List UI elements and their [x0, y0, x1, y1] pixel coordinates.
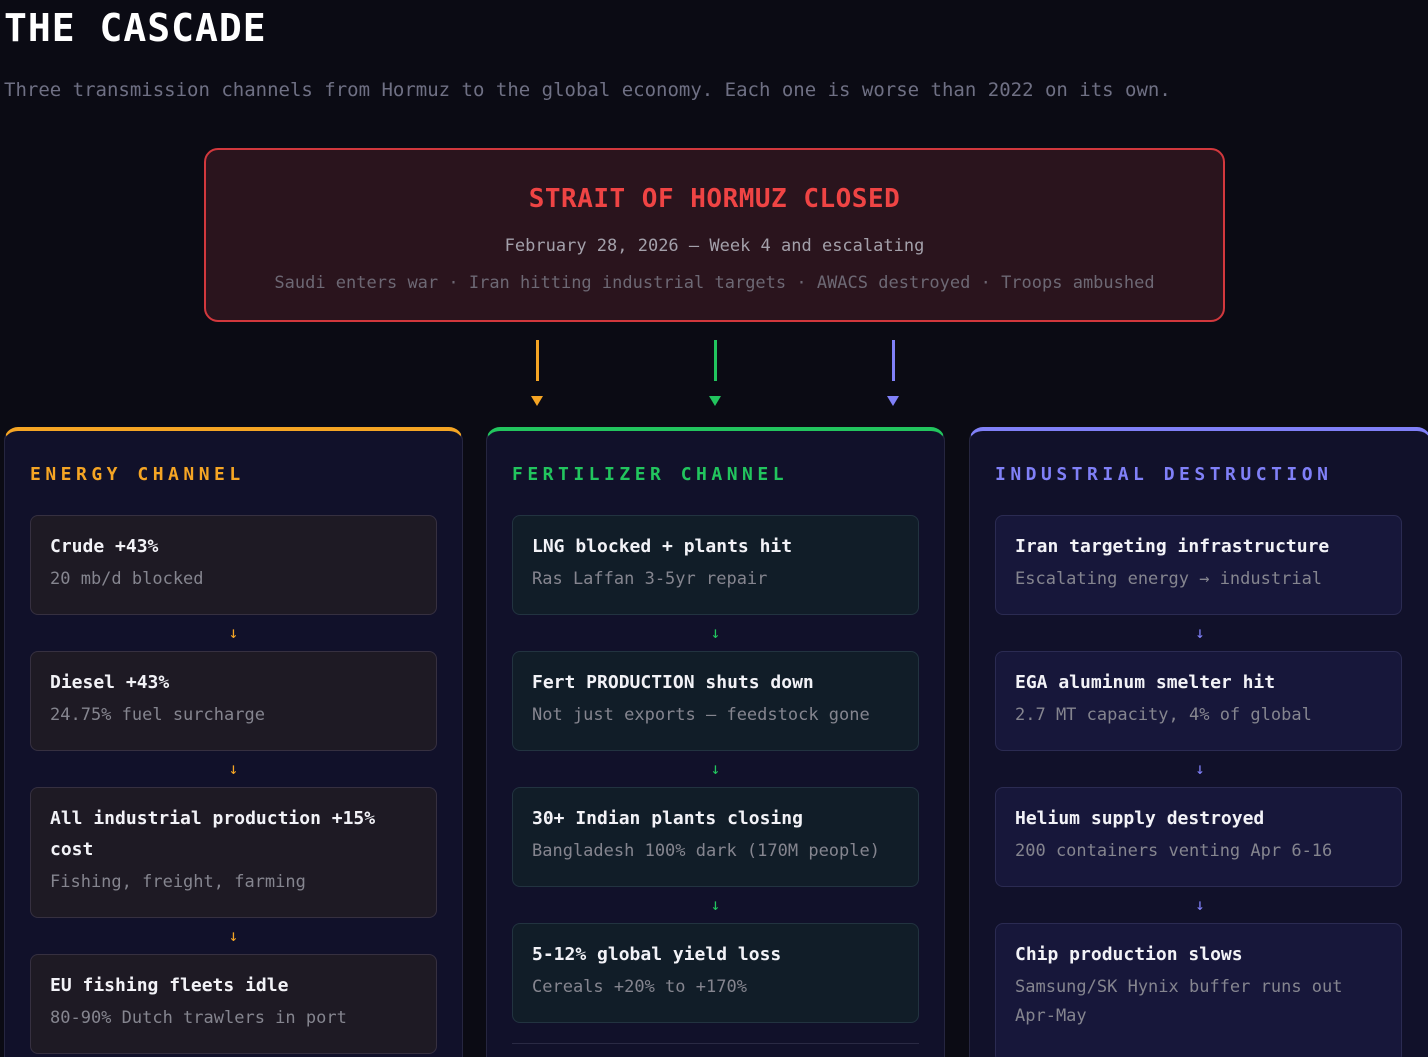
channel-title: ENERGY CHANNEL	[30, 464, 245, 485]
card-subtitle: Cereals +20% to +170%	[532, 977, 747, 997]
card-subtitle: 200 containers venting Apr 6-16	[1015, 841, 1333, 861]
cascade-card: All industrial production +15% cost Fish…	[30, 787, 437, 918]
cascade-card: 30+ Indian plants closing Bangladesh 100…	[512, 787, 919, 887]
cascade-card: EU fishing fleets idle 80-90% Dutch traw…	[30, 954, 437, 1054]
down-arrow-icon: ↓	[710, 759, 721, 778]
card-title: 30+ Indian plants closing	[532, 808, 803, 829]
down-arrow-icon: ↓	[228, 926, 239, 945]
down-arrow-icon: ↓	[1195, 623, 1205, 642]
fertilizer-channel-panel: FERTILIZER CHANNEL LNG blocked + plants …	[486, 427, 945, 1057]
card-title: Diesel +43%	[50, 672, 170, 693]
down-arrow-icon: ↓	[710, 623, 721, 642]
card-subtitle: 24.75% fuel surcharge	[50, 705, 265, 725]
energy-channel-panel: ENERGY CHANNEL Crude +43% 20 mb/d blocke…	[4, 427, 463, 1057]
down-arrow-icon: ↓	[1195, 759, 1205, 778]
cascade-card: Helium supply destroyed 200 containers v…	[995, 787, 1402, 887]
card-subtitle: 80-90% Dutch trawlers in port	[50, 1008, 347, 1028]
card-title: LNG blocked + plants hit	[532, 536, 793, 557]
energy-connector-line	[536, 340, 539, 381]
cascade-page: THE CASCADE Three transmission channels …	[0, 0, 1428, 1057]
card-title: Crude +43%	[50, 536, 159, 557]
fertilizer-connector-line	[714, 340, 717, 381]
cascade-card: Iran targeting infrastructure Escalating…	[995, 515, 1402, 615]
card-title: EGA aluminum smelter hit	[1015, 672, 1276, 693]
card-subtitle: 2.7 MT capacity, 4% of global	[1015, 705, 1312, 725]
down-arrow-icon: ↓	[228, 759, 239, 778]
channel-title: FERTILIZER CHANNEL	[512, 464, 789, 485]
card-subtitle: Ras Laffan 3-5yr repair	[532, 569, 768, 589]
card-subtitle: Bangladesh 100% dark (170M people)	[532, 841, 880, 861]
fertilizer-arrow-icon	[709, 396, 721, 406]
card-title: All industrial production +15% cost	[50, 808, 376, 860]
card-title: EU fishing fleets idle	[50, 975, 289, 996]
origin-date: February 28, 2026 — Week 4 and escalatin…	[504, 236, 925, 256]
industrial-channel-panel: INDUSTRIAL DESTRUCTION Iran targeting in…	[969, 427, 1428, 1057]
origin-title: STRAIT OF HORMUZ CLOSED	[528, 184, 901, 214]
card-title: Iran targeting infrastructure	[1015, 536, 1330, 557]
down-arrow-icon: ↓	[710, 895, 721, 914]
down-arrow-icon: ↓	[228, 623, 239, 642]
card-subtitle: Not just exports — feedstock gone	[532, 705, 870, 725]
card-subtitle: Fishing, freight, farming	[50, 872, 306, 892]
cascade-card: EGA aluminum smelter hit 2.7 MT capacity…	[995, 651, 1402, 751]
card-title: Helium supply destroyed	[1015, 808, 1265, 829]
card-subtitle: Samsung/SK Hynix buffer runs out Apr-May	[1015, 977, 1343, 1026]
cascade-card: Chip production slows Samsung/SK Hynix b…	[995, 923, 1402, 1057]
cascade-card: Fert PRODUCTION shuts down Not just expo…	[512, 651, 919, 751]
card-divider	[512, 1043, 919, 1044]
energy-arrow-icon	[531, 396, 543, 406]
industrial-arrow-icon	[887, 396, 899, 406]
page-title: THE CASCADE	[4, 6, 267, 50]
card-subtitle: Escalating energy → industrial	[1015, 569, 1323, 589]
cascade-card: Diesel +43% 24.75% fuel surcharge	[30, 651, 437, 751]
cascade-card: LNG blocked + plants hit Ras Laffan 3-5y…	[512, 515, 919, 615]
card-subtitle: 20 mb/d blocked	[50, 569, 204, 589]
page-subtitle: Three transmission channels from Hormuz …	[4, 79, 1171, 101]
industrial-connector-line	[892, 340, 895, 381]
hormuz-origin-box: STRAIT OF HORMUZ CLOSED February 28, 202…	[204, 148, 1225, 322]
down-arrow-icon: ↓	[1195, 895, 1205, 914]
channel-title: INDUSTRIAL DESTRUCTION	[995, 464, 1333, 485]
cascade-card: 5-12% global yield loss Cereals +20% to …	[512, 923, 919, 1023]
card-title: Fert PRODUCTION shuts down	[532, 672, 814, 693]
origin-events: Saudi enters war · Iran hitting industri…	[274, 273, 1155, 293]
cascade-card: Crude +43% 20 mb/d blocked	[30, 515, 437, 615]
card-title: Chip production slows	[1015, 944, 1243, 965]
card-title: 5-12% global yield loss	[532, 944, 782, 965]
